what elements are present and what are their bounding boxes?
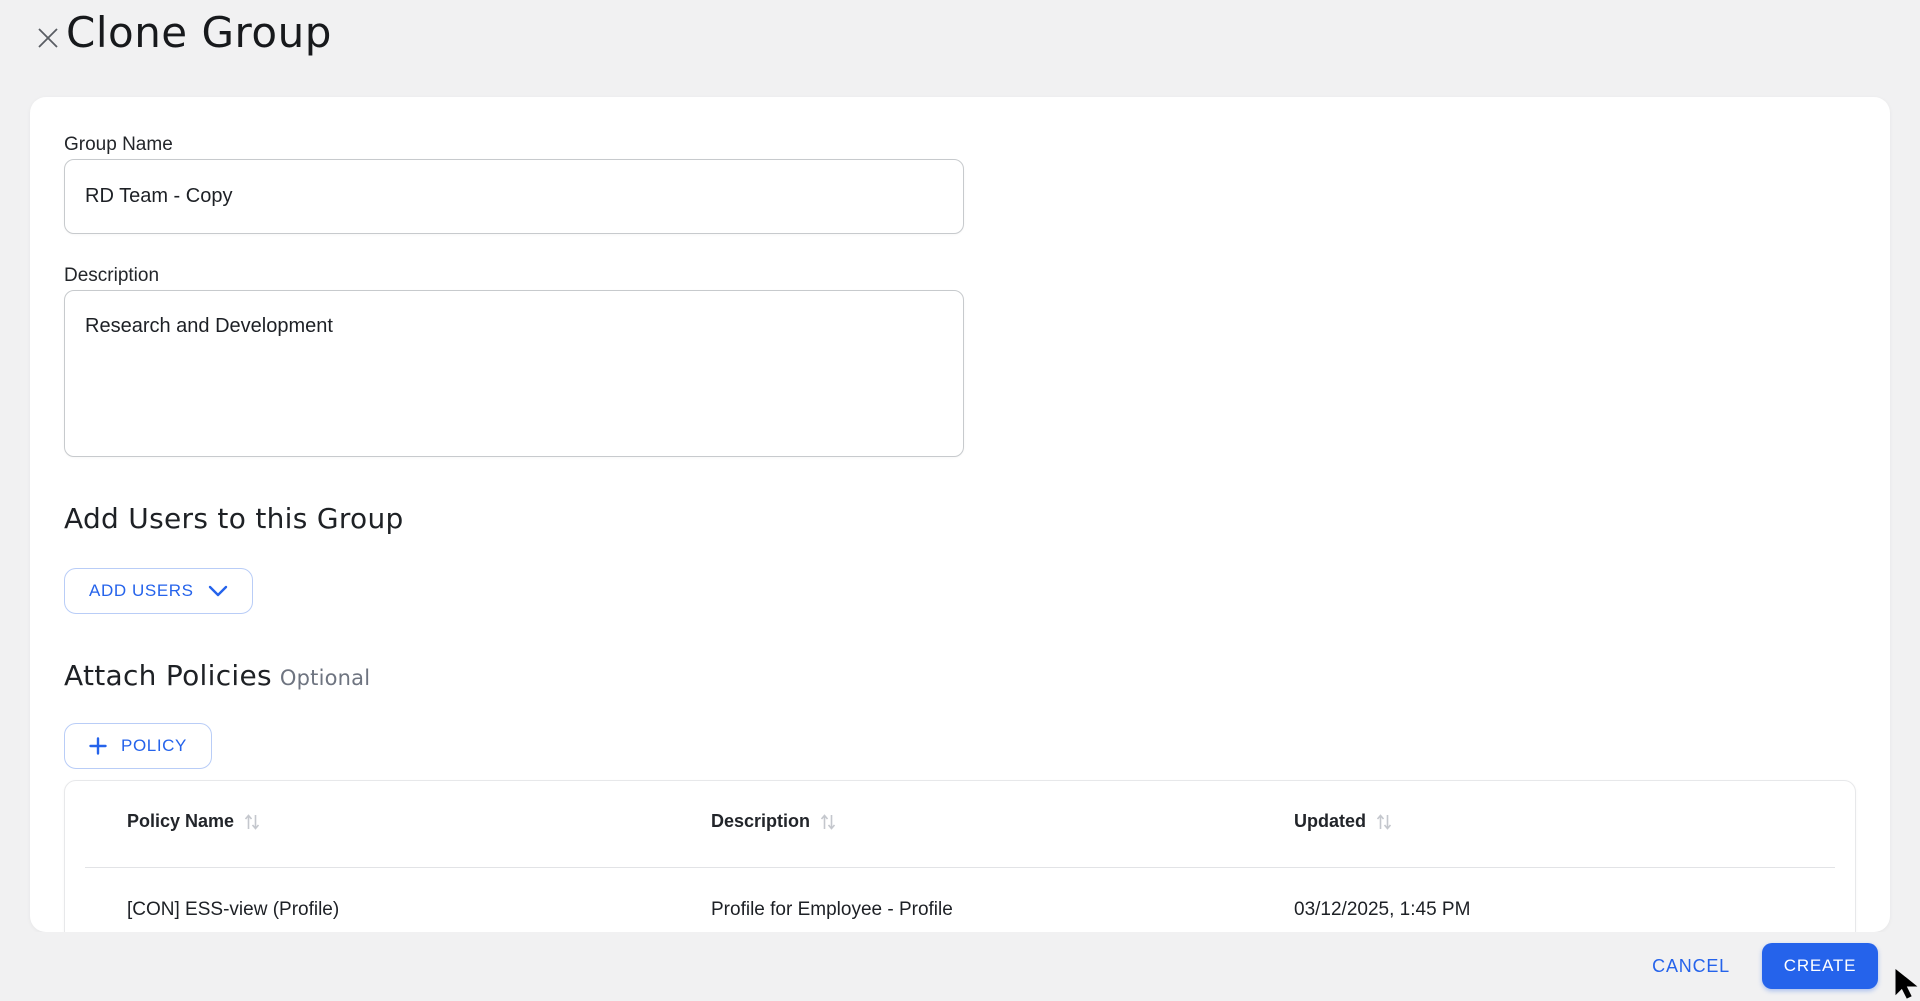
add-policy-button-label: POLICY — [121, 736, 187, 755]
attach-policies-heading-text: Attach Policies — [64, 659, 272, 692]
sort-arrows-icon — [244, 813, 260, 831]
column-header-updated-label: Updated — [1294, 811, 1366, 831]
table-row[interactable]: [CON] ESS-view (Profile) Profile for Emp… — [65, 868, 1855, 932]
add-users-button[interactable]: ADD USERS — [64, 568, 253, 614]
group-name-label: Group Name — [64, 134, 173, 155]
clone-group-form-card: Group Name Description Research and Deve… — [30, 97, 1890, 932]
add-users-button-label: ADD USERS — [89, 581, 194, 600]
policies-table-header: Policy Name Description Updated — [65, 781, 1855, 867]
description-label: Description — [64, 265, 160, 286]
policies-table: Policy Name Description Updated [CON] ES… — [64, 780, 1856, 932]
chevron-down-icon — [208, 585, 228, 597]
column-header-description[interactable]: Description — [711, 811, 836, 832]
cell-updated: 03/12/2025, 1:45 PM — [1294, 899, 1471, 920]
page-title: Clone Group — [66, 8, 332, 57]
add-users-heading: Add Users to this Group — [64, 502, 404, 535]
sort-arrows-icon — [1376, 813, 1392, 831]
description-textarea[interactable]: Research and Development — [64, 290, 964, 457]
footer-action-bar: CANCEL CREATE — [0, 932, 1920, 1001]
column-header-policy-name[interactable]: Policy Name — [127, 811, 260, 832]
group-name-input[interactable] — [64, 159, 964, 234]
plus-icon — [89, 737, 107, 755]
column-header-description-label: Description — [711, 811, 811, 831]
create-button[interactable]: CREATE — [1762, 943, 1878, 989]
sort-arrows-icon — [820, 813, 836, 831]
close-icon-glyph — [38, 28, 58, 48]
column-header-updated[interactable]: Updated — [1294, 811, 1392, 832]
mouse-cursor — [1894, 968, 1920, 1001]
optional-tag: Optional — [279, 666, 371, 690]
cell-description: Profile for Employee - Profile — [711, 899, 953, 920]
column-header-policy-name-label: Policy Name — [127, 811, 235, 831]
attach-policies-heading: Attach Policies Optional — [64, 659, 370, 692]
close-icon[interactable] — [33, 23, 63, 53]
cell-policy-name: [CON] ESS-view (Profile) — [127, 899, 340, 920]
cancel-button[interactable]: CANCEL — [1652, 932, 1730, 1001]
page-header: Clone Group — [0, 0, 1920, 97]
add-policy-button[interactable]: POLICY — [64, 723, 212, 769]
